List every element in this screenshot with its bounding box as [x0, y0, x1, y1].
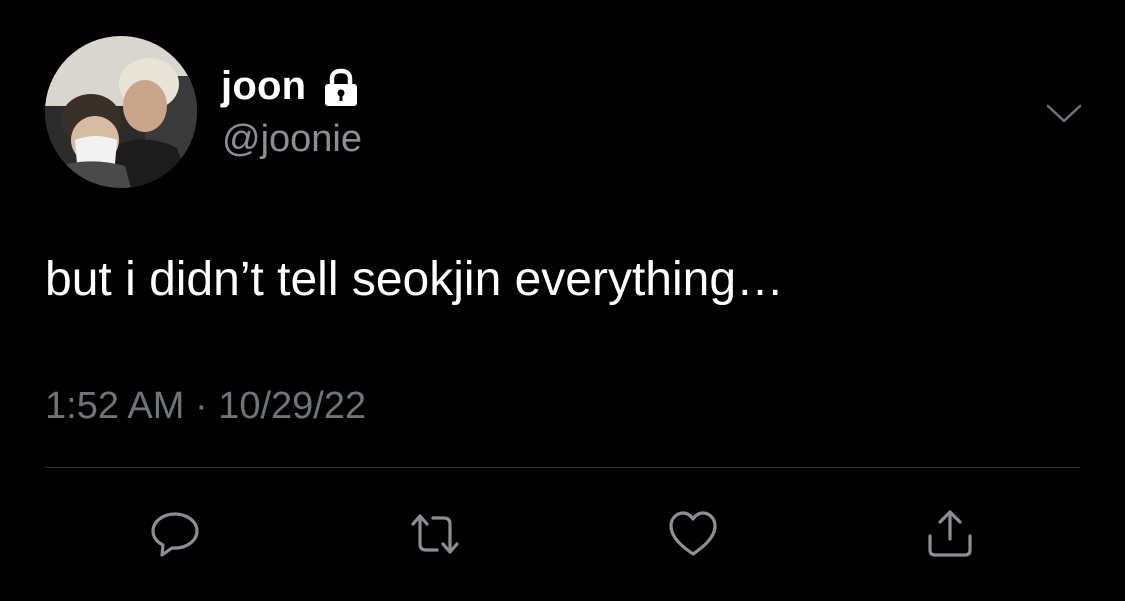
like-button[interactable]	[665, 506, 721, 562]
divider	[45, 467, 1080, 468]
author-name-row[interactable]: joon	[221, 62, 362, 110]
avatar-photo	[45, 36, 197, 188]
tweet-text: but i didn’t tell seokjin everything…	[45, 253, 785, 306]
tweet-timestamp[interactable]: 1:52 AM · 10/29/22	[45, 385, 366, 428]
heart-icon	[669, 511, 717, 556]
display-name[interactable]: joon	[221, 64, 306, 109]
retweet-icon	[411, 514, 459, 554]
comment-icon	[151, 512, 199, 557]
tweet-card: joon @joonie but i didn’t tell seokjin e…	[0, 0, 1125, 601]
share-button[interactable]	[922, 506, 978, 562]
user-handle[interactable]: @joonie	[222, 118, 362, 161]
avatar[interactable]	[45, 36, 197, 188]
retweet-button[interactable]	[407, 506, 463, 562]
lock-icon	[325, 68, 358, 106]
chevron-down-icon[interactable]	[1045, 102, 1083, 126]
reply-button[interactable]	[147, 506, 203, 562]
share-icon	[928, 510, 972, 557]
